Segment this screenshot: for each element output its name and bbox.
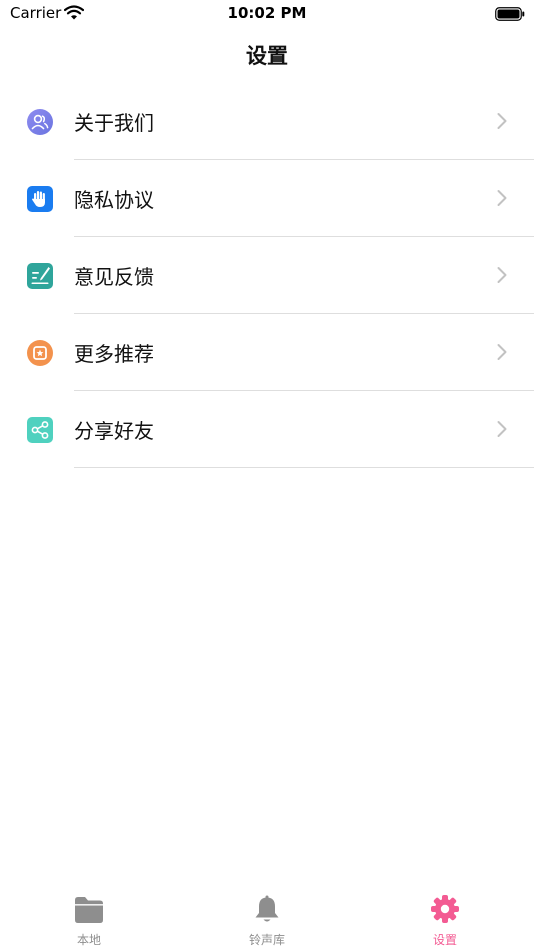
tab-local[interactable]: 本地 — [29, 894, 149, 948]
chevron-right-icon — [496, 266, 508, 288]
recommend-star-icon — [27, 340, 53, 366]
settings-row-label: 隐私协议 — [74, 188, 154, 212]
settings-row-recommend[interactable]: 更多推荐 — [0, 314, 534, 391]
chevron-right-icon — [496, 420, 508, 442]
settings-row-privacy[interactable]: 隐私协议 — [0, 160, 534, 237]
chevron-right-icon — [496, 112, 508, 134]
divider — [74, 467, 534, 468]
clock: 10:02 PM — [227, 4, 307, 22]
status-bar: Carrier 10:02 PM — [0, 0, 534, 28]
settings-list: 关于我们 隐私协议 意见反馈 更多推荐 分享好友 — [0, 83, 534, 468]
settings-row-about-us[interactable]: 关于我们 — [0, 83, 534, 160]
feedback-icon — [27, 263, 53, 289]
settings-row-label: 更多推荐 — [74, 342, 154, 366]
settings-row-label: 分享好友 — [74, 419, 154, 443]
battery-icon — [495, 6, 525, 25]
settings-row-feedback[interactable]: 意见反馈 — [0, 237, 534, 314]
tab-label: 本地 — [76, 933, 101, 947]
settings-row-label: 关于我们 — [74, 111, 154, 135]
settings-row-share[interactable]: 分享好友 — [0, 391, 534, 468]
chevron-right-icon — [496, 343, 508, 365]
tab-settings[interactable]: 设置 — [385, 894, 505, 948]
settings-row-label: 意见反馈 — [74, 265, 154, 289]
tab-label: 设置 — [432, 933, 457, 947]
folder-icon — [29, 894, 149, 928]
bell-icon — [207, 894, 327, 928]
share-icon — [27, 417, 53, 443]
tab-bar: 本地 铃声库 设置 — [0, 884, 534, 950]
privacy-hand-icon — [27, 186, 53, 212]
chevron-right-icon — [496, 189, 508, 211]
about-us-icon — [27, 109, 53, 135]
page-title: 设置 — [246, 44, 288, 68]
gear-icon — [385, 894, 505, 928]
tab-ringtones[interactable]: 铃声库 — [207, 894, 327, 948]
tab-label: 铃声库 — [248, 933, 285, 947]
